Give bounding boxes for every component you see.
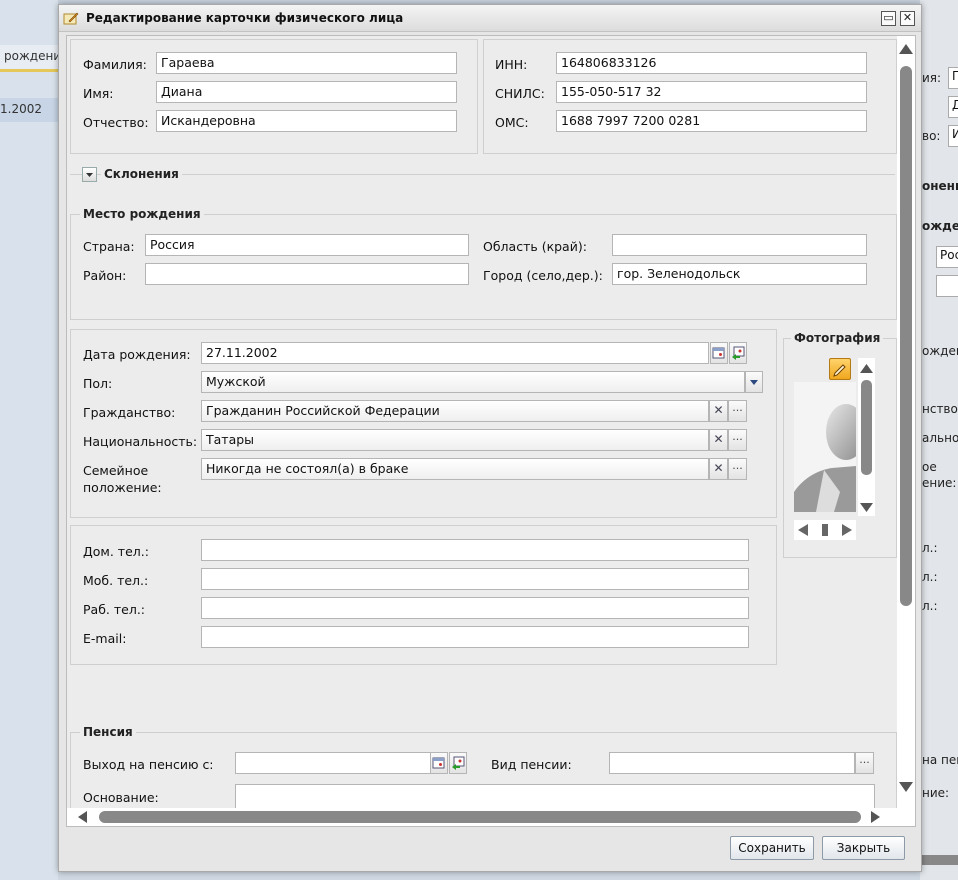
pension-start-label: Выход на пенсию с:: [83, 757, 214, 772]
dialog-content: Фамилия: Гараева Имя: Диана Отчество: Ис…: [66, 35, 916, 827]
photo-image: [794, 382, 856, 512]
marital-clear-button[interactable]: ✕: [709, 458, 728, 480]
city-input[interactable]: гор. Зеленодольск: [612, 263, 867, 285]
chevron-down-icon: [750, 380, 758, 385]
calendar-icon: [712, 347, 725, 359]
photo-pager-arrows-icon: [798, 524, 852, 536]
inn-input[interactable]: 164806833126: [556, 52, 867, 74]
gender-dropdown-button[interactable]: [745, 371, 763, 393]
pencil-icon: [833, 364, 846, 377]
background-field: Г: [948, 67, 958, 89]
background-scrollbar: [920, 855, 958, 865]
pension-calendar-button[interactable]: [430, 752, 448, 774]
citizenship-select-button[interactable]: ···: [728, 400, 747, 422]
pension-type-select-button[interactable]: ···: [855, 752, 874, 774]
nationality-input[interactable]: Татары: [201, 429, 709, 451]
edit-person-dialog: Редактирование карточки физического лица…: [58, 4, 922, 872]
background-field: Рос: [936, 246, 958, 268]
patronymic-input[interactable]: Искандеровна: [156, 110, 457, 132]
nationality-label: Национальность:: [83, 434, 198, 449]
work-phone-label: Раб. тел.:: [83, 602, 145, 617]
marital-status-input[interactable]: Никогда не состоял(а) в браке: [201, 458, 709, 480]
citizenship-input[interactable]: Гражданин Российской Федерации: [201, 400, 709, 422]
photo-scrollbar[interactable]: [858, 358, 875, 516]
pension-calendar-clear-button[interactable]: [449, 752, 467, 774]
background-left-panel: рождения 1.2002: [0, 0, 68, 880]
maximize-button[interactable]: ▭: [881, 11, 896, 26]
district-input[interactable]: [145, 263, 469, 285]
home-phone-input[interactable]: [201, 539, 749, 561]
calendar-clear-button[interactable]: [729, 342, 747, 364]
home-phone-label: Дом. тел.:: [83, 544, 149, 559]
background-field: Д: [948, 96, 958, 118]
marital-select-button[interactable]: ···: [728, 458, 747, 480]
birthplace-legend: Место рождения: [80, 207, 204, 221]
background-grid-header: рождения: [0, 45, 68, 72]
city-label: Город (село,дер.):: [483, 268, 603, 283]
photo-edit-button[interactable]: [829, 358, 851, 380]
pension-type-label: Вид пенсии:: [491, 757, 572, 772]
calendar-icon: [432, 757, 445, 769]
background-right-panel: ия: Г Д во: И онени ожде Рос ожден нство…: [920, 0, 958, 880]
background-grid-row: 1.2002: [0, 98, 58, 122]
patronymic-label: Отчество:: [83, 115, 149, 130]
citizenship-clear-button[interactable]: ✕: [709, 400, 728, 422]
country-input[interactable]: Россия: [145, 234, 469, 256]
edit-card-icon: [63, 11, 79, 25]
photo-pager[interactable]: [794, 520, 856, 540]
calendar-button[interactable]: [710, 342, 728, 364]
snils-label: СНИЛС:: [495, 86, 545, 101]
oms-label: ОМС:: [495, 115, 529, 130]
marital-label-line1: Семейное: [83, 463, 149, 478]
nationality-select-button[interactable]: ···: [728, 429, 747, 451]
name-input[interactable]: Диана: [156, 81, 457, 103]
mobile-phone-label: Моб. тел.:: [83, 573, 149, 588]
citizenship-label: Гражданство:: [83, 405, 176, 420]
declension-toggle[interactable]: [82, 167, 97, 182]
form-vertical-scrollbar[interactable]: [897, 36, 915, 808]
pension-start-input[interactable]: [235, 752, 431, 774]
form-scroll-area: Фамилия: Гараева Имя: Диана Отчество: Ис…: [67, 36, 897, 808]
close-window-button[interactable]: ✕: [900, 11, 915, 26]
dialog-titlebar[interactable]: Редактирование карточки физического лица…: [59, 5, 921, 32]
snils-input[interactable]: 155-050-517 32: [556, 81, 867, 103]
mobile-phone-input[interactable]: [201, 568, 749, 590]
declension-divider: [70, 174, 895, 175]
pension-type-input[interactable]: [609, 752, 855, 774]
inn-label: ИНН:: [495, 57, 528, 72]
gender-select[interactable]: Мужской: [201, 371, 745, 393]
region-label: Область (край):: [483, 239, 587, 254]
email-input[interactable]: [201, 626, 749, 648]
pension-basis-input[interactable]: [235, 784, 875, 808]
pension-legend: Пенсия: [80, 725, 136, 739]
surname-label: Фамилия:: [83, 57, 147, 72]
birthdate-input[interactable]: 27.11.2002: [201, 342, 709, 364]
gender-label: Пол:: [83, 376, 113, 391]
nationality-clear-button[interactable]: ✕: [709, 429, 728, 451]
pension-basis-label: Основание:: [83, 790, 159, 805]
birthdate-label: Дата рождения:: [83, 347, 191, 362]
photo-legend: Фотография: [791, 331, 884, 345]
background-field: [936, 275, 958, 297]
marital-label-line2: положение:: [83, 480, 162, 495]
calendar-clear-icon: [732, 346, 745, 360]
region-input[interactable]: [612, 234, 867, 256]
district-label: Район:: [83, 268, 127, 283]
country-label: Страна:: [83, 239, 135, 254]
calendar-clear-icon: [452, 756, 465, 770]
declension-label[interactable]: Склонения: [101, 167, 182, 181]
chevron-down-icon: [86, 173, 93, 177]
background-field: И: [948, 125, 958, 147]
save-button[interactable]: Сохранить: [730, 836, 814, 860]
email-label: E-mail:: [83, 631, 127, 646]
oms-input[interactable]: 1688 7997 7200 0281: [556, 110, 867, 132]
dialog-title: Редактирование карточки физического лица: [86, 11, 404, 25]
work-phone-input[interactable]: [201, 597, 749, 619]
form-horizontal-scrollbar[interactable]: [67, 808, 897, 826]
surname-input[interactable]: Гараева: [156, 52, 457, 74]
name-label: Имя:: [83, 86, 114, 101]
person-silhouette-icon: [794, 404, 856, 512]
close-button[interactable]: Закрыть: [822, 836, 905, 860]
